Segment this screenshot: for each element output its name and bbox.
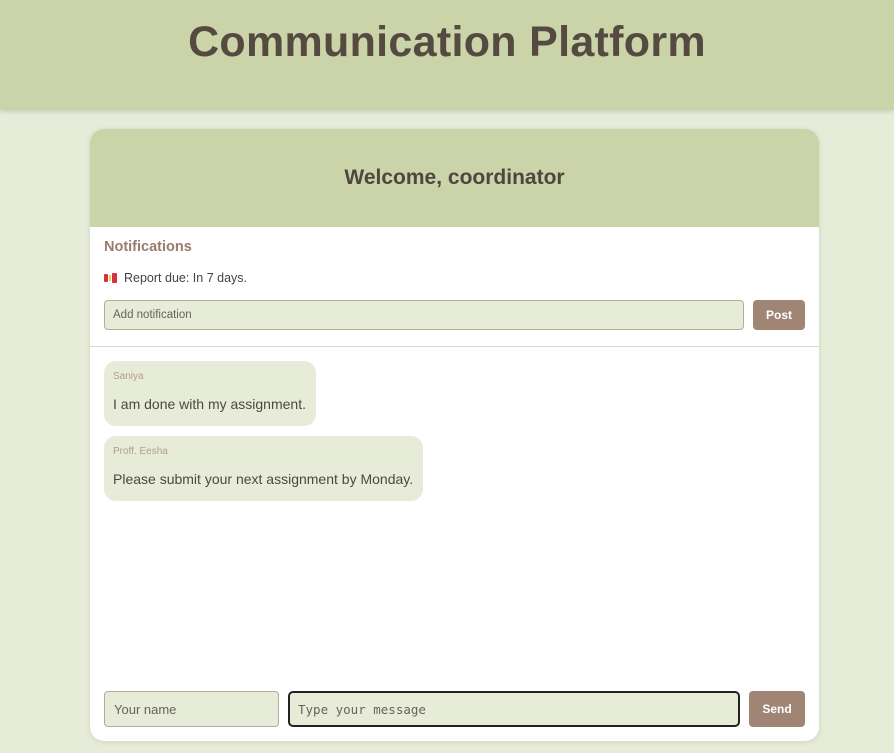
message-input[interactable] xyxy=(288,691,740,727)
message-text: I am done with my assignment. xyxy=(113,396,306,412)
top-header: Communication Platform xyxy=(0,0,894,110)
notification-form: Post xyxy=(104,300,805,330)
notifications-title: Notifications xyxy=(104,239,192,255)
post-button[interactable]: Post xyxy=(753,300,805,330)
message-bubble: Proff. Eesha Please submit your next ass… xyxy=(104,436,424,501)
message-sender: Saniya xyxy=(113,371,144,382)
notification-input[interactable] xyxy=(104,300,744,330)
welcome-banner: Welcome, coordinator xyxy=(90,129,819,227)
send-button[interactable]: Send xyxy=(749,691,805,727)
notifications-section: Notifications Report due: In 7 days. Pos… xyxy=(90,227,819,347)
message-row: Saniya I am done with my assignment. xyxy=(104,361,805,436)
chat-card: Welcome, coordinator Notifications Repor… xyxy=(90,129,819,741)
page-title: Communication Platform xyxy=(188,18,706,66)
message-row: Proff. Eesha Please submit your next ass… xyxy=(104,436,805,511)
notification-item: Report due: In 7 days. xyxy=(104,271,805,285)
message-composer: Send xyxy=(104,691,805,727)
welcome-text: Welcome, coordinator xyxy=(344,166,565,189)
canada-flag-icon xyxy=(104,273,118,283)
notification-text: Report due: In 7 days. xyxy=(124,271,247,285)
name-input[interactable] xyxy=(104,691,279,727)
message-list: Saniya I am done with my assignment. Pro… xyxy=(90,347,819,511)
message-sender: Proff. Eesha xyxy=(113,446,168,457)
message-text: Please submit your next assignment by Mo… xyxy=(113,471,414,487)
message-bubble: Saniya I am done with my assignment. xyxy=(104,361,316,426)
